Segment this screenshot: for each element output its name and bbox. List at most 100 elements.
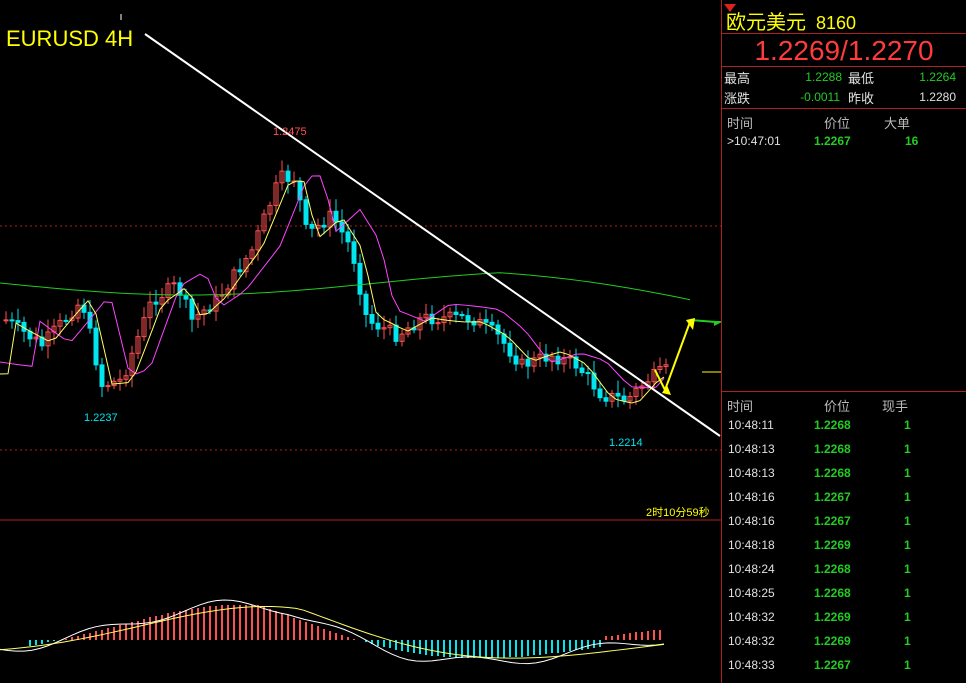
tick-price: 1.2269 bbox=[814, 634, 851, 648]
instrument-name: 欧元美元 8160 bbox=[726, 12, 857, 34]
divider bbox=[722, 33, 966, 34]
divider bbox=[722, 66, 966, 67]
tick-price: 1.2267 bbox=[814, 490, 851, 504]
tick-time: 10:48:13 bbox=[728, 442, 775, 456]
candle-body bbox=[453, 311, 459, 316]
big-orders-header-volume: 大单 bbox=[884, 116, 911, 131]
candle-body bbox=[219, 294, 225, 297]
candle-body bbox=[63, 319, 69, 322]
tick-time: 10:48:11 bbox=[728, 418, 774, 432]
tick-price: 1.2267 bbox=[814, 658, 851, 672]
candle-body bbox=[597, 388, 603, 399]
tick-row[interactable]: 10:48:25 1.2268 1 bbox=[722, 586, 966, 610]
low-price-label-right: 1.2214 bbox=[609, 437, 643, 449]
tick-row[interactable]: 10:48:11 1.2268 1 bbox=[722, 418, 966, 442]
candle-body bbox=[351, 241, 357, 264]
big-orders-header-price: 价位 bbox=[824, 116, 851, 131]
candle-body bbox=[15, 320, 21, 323]
candle-body bbox=[525, 358, 531, 367]
big-orders-header-time: 时间 bbox=[727, 116, 754, 131]
tick-price: 1.2269 bbox=[814, 610, 851, 624]
change-value: -0.0011 bbox=[800, 90, 840, 104]
tick-row[interactable]: 10:48:16 1.2267 1 bbox=[722, 490, 966, 514]
candle-body bbox=[309, 223, 315, 229]
divider bbox=[722, 391, 966, 392]
low-value: 1.2264 bbox=[919, 70, 956, 84]
candle-body bbox=[105, 385, 111, 388]
candle-body bbox=[3, 319, 9, 322]
chart-canvas[interactable] bbox=[0, 0, 721, 683]
candle-body bbox=[237, 269, 243, 273]
tick-volume: 1 bbox=[904, 514, 911, 528]
ma-slow-line bbox=[0, 272, 691, 301]
candle-body bbox=[513, 355, 519, 365]
candle-body bbox=[507, 342, 513, 357]
ticks-header-price: 价位 bbox=[824, 399, 851, 414]
tick-volume: 1 bbox=[904, 538, 911, 552]
big-order-row[interactable]: >10:47:01 1.2267 16 bbox=[722, 134, 966, 158]
tick-row[interactable]: 10:48:13 1.2268 1 bbox=[722, 442, 966, 466]
candle-body bbox=[153, 301, 159, 305]
macd-dif-line bbox=[0, 599, 665, 665]
tick-volume: 1 bbox=[904, 634, 911, 648]
candle-body bbox=[285, 170, 291, 182]
chart-title: EURUSD 4H bbox=[6, 26, 134, 51]
tick-volume: 1 bbox=[904, 418, 911, 432]
candle-body bbox=[333, 210, 339, 223]
candle-body bbox=[99, 364, 105, 387]
tick-row[interactable]: 10:48:32 1.2269 1 bbox=[722, 634, 966, 658]
candle-body bbox=[483, 319, 489, 323]
tick-volume: 1 bbox=[904, 562, 911, 576]
change-label: 涨跌 bbox=[724, 91, 751, 106]
instrument-code: 8160 bbox=[816, 13, 857, 33]
tick-price: 1.2268 bbox=[814, 586, 851, 600]
tick-time: 10:48:16 bbox=[728, 490, 775, 504]
candle-body bbox=[579, 367, 585, 374]
tick-volume: 1 bbox=[904, 610, 911, 624]
tick-price: 1.2269 bbox=[814, 538, 851, 552]
candle-body bbox=[189, 298, 195, 320]
candle-body bbox=[357, 262, 363, 295]
bid-ask-quote: 1.2269/1.2270 bbox=[754, 35, 934, 66]
tick-row[interactable]: 10:48:18 1.2269 1 bbox=[722, 538, 966, 562]
candlestick-chart[interactable]: EURUSD 4H 1.2475 1.2237 1.2214 2时10分59秒 bbox=[0, 0, 721, 683]
ticks-header-volume: 现手 bbox=[882, 399, 909, 414]
candle-body bbox=[9, 319, 15, 322]
prev-close-label: 昨收 bbox=[848, 91, 875, 106]
big-order-time: >10:47:01 bbox=[727, 134, 781, 148]
low-label: 最低 bbox=[848, 71, 875, 86]
tick-volume: 1 bbox=[904, 442, 911, 456]
divider bbox=[722, 108, 966, 109]
candle-body bbox=[459, 314, 465, 317]
tick-row[interactable]: 10:48:13 1.2268 1 bbox=[722, 466, 966, 490]
tick-row[interactable]: 10:48:16 1.2267 1 bbox=[722, 514, 966, 538]
tick-row[interactable]: 10:48:33 1.2267 1 bbox=[722, 658, 966, 682]
candle-body bbox=[183, 294, 189, 300]
high-price-label: 1.2475 bbox=[273, 126, 307, 138]
tick-volume: 1 bbox=[904, 490, 911, 504]
candle-body bbox=[603, 397, 609, 402]
candle-body bbox=[303, 199, 309, 225]
tick-time: 10:48:33 bbox=[728, 658, 775, 672]
candle-body bbox=[363, 293, 369, 315]
tick-price: 1.2268 bbox=[814, 442, 851, 456]
tick-volume: 1 bbox=[904, 586, 911, 600]
tick-row[interactable]: 10:48:32 1.2269 1 bbox=[722, 610, 966, 634]
big-order-price: 1.2267 bbox=[814, 134, 851, 148]
tick-price: 1.2268 bbox=[814, 418, 851, 432]
tick-volume: 1 bbox=[904, 466, 911, 480]
tick-time: 10:48:16 bbox=[728, 514, 775, 528]
high-label: 最高 bbox=[724, 71, 751, 86]
candle-body bbox=[369, 313, 375, 324]
tick-row[interactable]: 10:48:24 1.2268 1 bbox=[722, 562, 966, 586]
ticks-header-time: 时间 bbox=[727, 399, 754, 414]
candle-body bbox=[393, 324, 399, 342]
tick-time: 10:48:18 bbox=[728, 538, 775, 552]
candle-body bbox=[171, 282, 177, 285]
candle-body bbox=[621, 395, 627, 402]
quote-panel: 欧元美元 8160 1.2269/1.2270 最高 1.2288 最低 1.22… bbox=[721, 0, 966, 683]
projection-arrow bbox=[654, 321, 691, 393]
candle-body bbox=[465, 315, 471, 322]
tick-price: 1.2268 bbox=[814, 562, 851, 576]
candle-body bbox=[489, 321, 495, 326]
